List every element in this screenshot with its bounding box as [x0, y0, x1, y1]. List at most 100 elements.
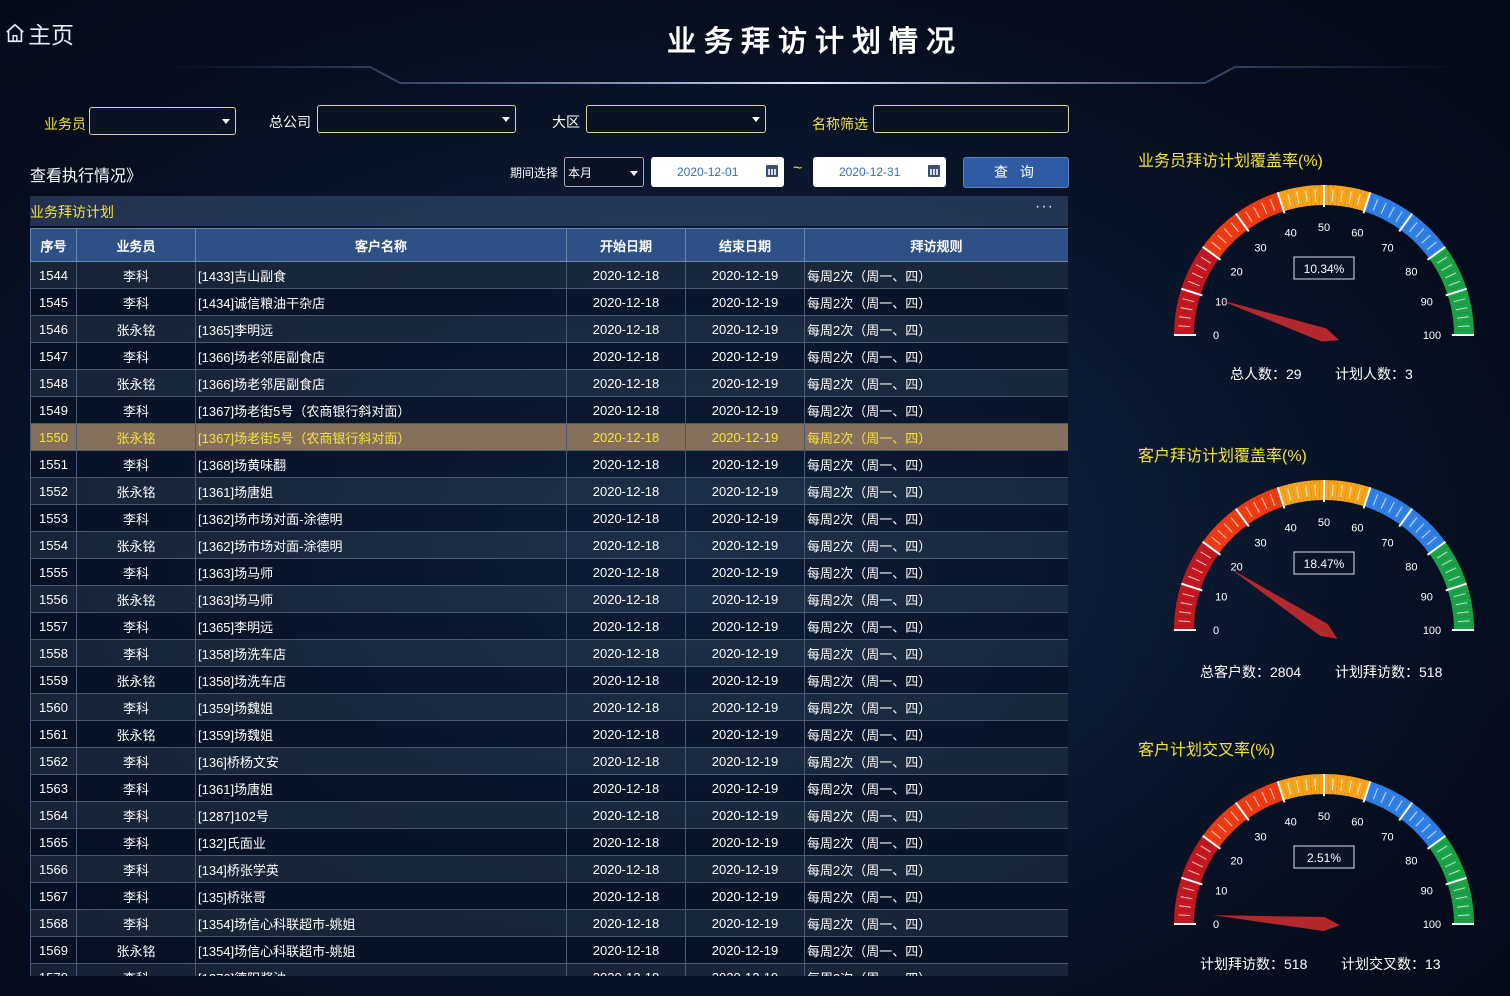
table-row[interactable]: 1559 张永铭 [1358]场洗车店 2020-12-18 2020-12-19 每周2… — [30, 666, 1068, 694]
gauge-tick-label: 10 — [1215, 886, 1227, 898]
table-row[interactable]: 1568 李科 [1354]场信心科联超市-姚姐 2020-12-18 2020-12-… — [30, 909, 1068, 937]
period-select[interactable]: 本月 — [564, 157, 644, 187]
table-row[interactable]: 1549 李科 [1367]场老街5号（农商银行斜对面） 2020-12-18 2020… — [30, 396, 1068, 424]
column-header-end-date[interactable]: 结束日期 — [685, 228, 805, 262]
table-row[interactable]: 1569 张永铭 [1354]场信心科联超市-姚姐 2020-12-18 2020-12… — [30, 936, 1068, 964]
gauge-tick-label: 10 — [1215, 592, 1227, 604]
table-row[interactable]: 1560 李科 [1359]场魏姐 2020-12-18 2020-12-19 每周2次（… — [30, 693, 1068, 721]
column-header-visit-rule[interactable]: 拜访规则 — [804, 228, 1068, 262]
cell-visit-rule: 每周2次（周一、四） — [804, 909, 1068, 937]
query-button[interactable]: 查 询 — [963, 157, 1069, 188]
cell-end-date: 2020-12-19 — [685, 936, 805, 964]
cell-end-date: 2020-12-19 — [685, 612, 805, 640]
company-select[interactable] — [317, 105, 516, 133]
cell-customer: [1359]场魏姐 — [195, 693, 567, 721]
cell-customer: [1368]场黄味翻 — [195, 450, 567, 478]
table-row[interactable]: 1557 李科 [1365]李明远 2020-12-18 2020-12-19 每周2次（… — [30, 612, 1068, 640]
gauge-needle — [1230, 568, 1338, 639]
cell-salesman: 李科 — [76, 639, 196, 667]
cell-salesman: 张永铭 — [76, 369, 196, 397]
table-row[interactable]: 1558 李科 [1358]场洗车店 2020-12-18 2020-12-19 每周2次… — [30, 639, 1068, 667]
cell-start-date: 2020-12-18 — [566, 882, 686, 910]
end-date-input[interactable]: 2020-12-31 — [813, 157, 946, 187]
gauge-tick-label: 10 — [1215, 297, 1227, 309]
cell-customer: [1367]场老街5号（农商银行斜对面） — [195, 423, 567, 451]
cell-salesman: 李科 — [76, 774, 196, 802]
cell-visit-rule: 每周2次（周一、四） — [804, 585, 1068, 613]
table-row[interactable]: 1547 李科 [1366]场老邻居副食店 2020-12-18 2020-12-19 每… — [30, 342, 1068, 370]
gauge-tick-label: 90 — [1421, 592, 1433, 604]
cell-start-date: 2020-12-18 — [566, 747, 686, 775]
table-row[interactable]: 1545 李科 [1434]诚信粮油干杂店 2020-12-18 2020-12-19 每… — [30, 288, 1068, 316]
cell-index: 1554 — [30, 531, 77, 559]
gauge-tick-label: 60 — [1351, 522, 1363, 534]
table-row[interactable]: 1552 张永铭 [1361]场唐姐 2020-12-18 2020-12-19 每周2次… — [30, 477, 1068, 505]
table-row[interactable]: 1562 李科 [136]桥杨文安 2020-12-18 2020-12-19 每周2次（… — [30, 747, 1068, 775]
gauge-tick-label: 70 — [1381, 832, 1393, 844]
gauge-tick-label: 40 — [1285, 227, 1297, 239]
cell-end-date: 2020-12-19 — [685, 747, 805, 775]
start-date-value: 2020-12-01 — [677, 165, 739, 179]
table-row[interactable]: 1550 张永铭 [1367]场老街5号（农商银行斜对面） 2020-12-18 202… — [30, 423, 1068, 451]
cell-start-date: 2020-12-18 — [566, 963, 686, 976]
gauge-value-label: 18.47% — [1304, 557, 1345, 571]
cell-visit-rule: 每周2次（周一、四） — [804, 288, 1068, 316]
table-row[interactable]: 1544 李科 [1433]吉山副食 2020-12-18 2020-12-19 每周2次… — [30, 261, 1068, 289]
cell-end-date: 2020-12-19 — [685, 855, 805, 883]
region-select[interactable] — [586, 105, 766, 133]
table-row[interactable]: 1554 张永铭 [1362]场市场对面-涂德明 2020-12-18 2020-12-… — [30, 531, 1068, 559]
table-row[interactable]: 1548 张永铭 [1366]场老邻居副食店 2020-12-18 2020-12-19… — [30, 369, 1068, 397]
cell-start-date: 2020-12-18 — [566, 261, 686, 289]
table-row[interactable]: 1561 张永铭 [1359]场魏姐 2020-12-18 2020-12-19 每周2次… — [30, 720, 1068, 748]
column-header-customer[interactable]: 客户名称 — [195, 228, 567, 262]
column-header-salesman[interactable]: 业务员 — [76, 228, 196, 262]
table-row[interactable]: 1570李科[1276]德阳酱油2020-12-182020-12-19每周2次… — [30, 963, 1068, 976]
cell-customer: [1358]场洗车店 — [195, 666, 567, 694]
column-header-start-date[interactable]: 开始日期 — [566, 228, 686, 262]
cell-visit-rule: 每周2次（周一、四） — [804, 963, 1068, 976]
cell-customer: [1359]场魏姐 — [195, 720, 567, 748]
gauge-tick-label: 50 — [1318, 517, 1330, 529]
gauge-tick-label: 80 — [1405, 267, 1417, 279]
gauge-title: 客户计划交叉率(%) — [1138, 742, 1275, 759]
gauge-tick-label: 70 — [1381, 243, 1393, 255]
table-row[interactable]: 1555 李科 [1363]场马师 2020-12-18 2020-12-19 每周2次（… — [30, 558, 1068, 586]
table-row[interactable]: 1564 李科 [1287]102号 2020-12-18 2020-12-19 每周2次… — [30, 801, 1068, 829]
cell-visit-rule: 每周2次（周一、四） — [804, 261, 1068, 289]
table-row[interactable]: 1551 李科 [1368]场黄味翻 2020-12-18 2020-12-19 每周2次… — [30, 450, 1068, 478]
visit-plan-table-container[interactable]: 序号 业务员 客户名称 开始日期 结束日期 拜访规则 1544 李科 [1433]吉… — [30, 228, 1068, 976]
gauge-stat-value: 3 — [1405, 366, 1413, 382]
salesman-select[interactable] — [89, 107, 236, 135]
calendar-icon[interactable] — [928, 165, 940, 177]
view-execution-link[interactable]: 查看执行情况》 — [30, 162, 142, 186]
table-row[interactable]: 1546 张永铭 [1365]李明远 2020-12-18 2020-12-19 每周2次… — [30, 315, 1068, 343]
gauge-tick-label: 100 — [1423, 919, 1441, 931]
table-row[interactable]: 1556 张永铭 [1363]场马师 2020-12-18 2020-12-19 每周2次… — [30, 585, 1068, 613]
cell-customer: [1365]李明远 — [195, 612, 567, 640]
cell-end-date: 2020-12-19 — [685, 558, 805, 586]
name-filter-input[interactable] — [873, 105, 1069, 133]
gauge-title: 客户拜访计划覆盖率(%) — [1138, 448, 1307, 465]
cell-salesman: 张永铭 — [76, 720, 196, 748]
gauge-tick-label: 70 — [1381, 538, 1393, 550]
column-header-index[interactable]: 序号 — [30, 228, 77, 262]
cell-customer: [1362]场市场对面-涂德明 — [195, 531, 567, 559]
table-row[interactable]: 1567 李科 [135]桥张哥 2020-12-18 2020-12-19 每周2次（周… — [30, 882, 1068, 910]
cell-customer: [134]桥张学英 — [195, 855, 567, 883]
chevron-down-icon — [502, 117, 510, 122]
cell-customer: [1354]场信心科联超市-姚姐 — [195, 909, 567, 937]
start-date-input[interactable]: 2020-12-01 — [651, 157, 784, 187]
table-row[interactable]: 1565 李科 [132]氏面业 2020-12-18 2020-12-19 每周2次（周… — [30, 828, 1068, 856]
table-row[interactable]: 1566 李科 [134]桥张学英 2020-12-18 2020-12-19 每周2次（… — [30, 855, 1068, 883]
table-row[interactable]: 1563 李科 [1361]场唐姐 2020-12-18 2020-12-19 每周2次（… — [30, 774, 1068, 802]
more-options-icon[interactable]: ··· — [1035, 198, 1054, 216]
cell-start-date: 2020-12-18 — [566, 396, 686, 424]
cell-salesman: 张永铭 — [76, 477, 196, 505]
table-row[interactable]: 1553 李科 [1362]场市场对面-涂德明 2020-12-18 2020-12-1… — [30, 504, 1068, 532]
cell-salesman: 张永铭 — [76, 936, 196, 964]
date-separator: ~ — [793, 160, 803, 177]
gauge-tick-label: 90 — [1421, 297, 1433, 309]
calendar-icon[interactable] — [766, 165, 778, 177]
gauge-stat-1: 计划拜访数：518 — [1200, 954, 1307, 974]
end-date-value: 2020-12-31 — [839, 165, 901, 179]
